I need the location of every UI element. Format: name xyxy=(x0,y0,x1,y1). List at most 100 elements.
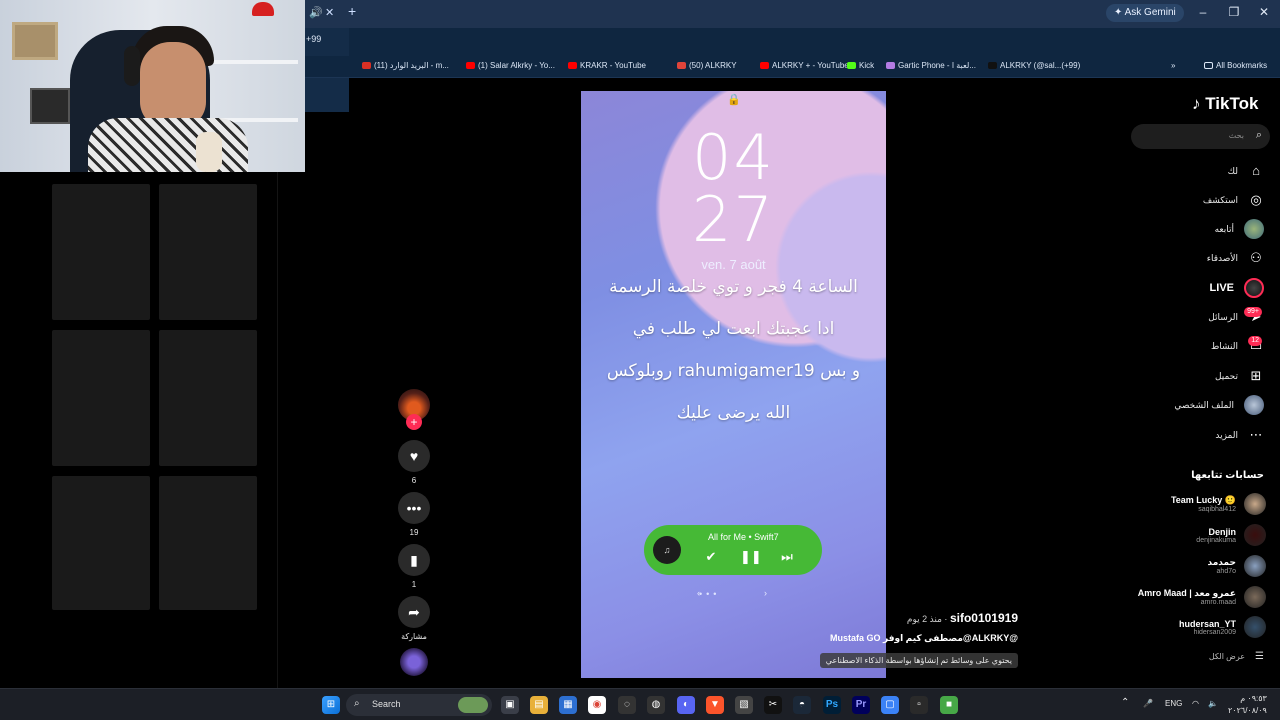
account-name: Denjin xyxy=(1208,526,1236,537)
all-bookmarks[interactable]: All Bookmarks xyxy=(1204,61,1267,70)
taskbar-search[interactable]: ⌕ Search xyxy=(346,694,492,716)
tab-close-icon[interactable]: ✕ xyxy=(325,6,334,19)
minimize-icon[interactable]: – xyxy=(1193,5,1213,19)
discord-icon[interactable]: ◐ xyxy=(677,696,695,714)
account-avatar xyxy=(1244,586,1266,608)
premiere-icon[interactable]: Pr xyxy=(852,696,870,714)
app-icon-3[interactable]: ▢ xyxy=(881,696,899,714)
save-count: 1 xyxy=(411,580,417,589)
mic-icon[interactable]: 🎤 xyxy=(1143,699,1153,708)
share-icon[interactable]: ➦ xyxy=(398,596,430,628)
nav-explore[interactable]: استكشف ◎ xyxy=(1203,191,1264,209)
volume-icon[interactable]: 🔈 xyxy=(1208,699,1218,708)
bookmark-label: (50) ALKRKY xyxy=(689,61,737,70)
bookmark-item[interactable]: Kick xyxy=(847,61,874,70)
steam-icon[interactable]: ◓ xyxy=(793,696,811,714)
comment-icon[interactable]: ••• xyxy=(398,492,430,524)
bookmark-item[interactable]: KRAKR - YouTube xyxy=(568,61,646,70)
search-icon[interactable]: ⌕ xyxy=(1256,129,1262,142)
next-icon: ⏭ xyxy=(781,549,793,564)
messages-badge: 99+ xyxy=(1244,307,1262,317)
bookmark-favicon-icon xyxy=(886,62,895,69)
see-all-link[interactable]: عرض الكل ☰ xyxy=(1209,651,1264,662)
task-view-icon[interactable]: ▣ xyxy=(501,696,519,714)
video-player[interactable]: 🔒 04 27 ven. 7 août الساعة 4 فجر و توي خ… xyxy=(581,91,886,678)
nav-label: استكشف xyxy=(1202,194,1238,205)
obs-icon[interactable]: ◍ xyxy=(647,696,665,714)
tiktok-logo[interactable]: ♪ TikTok xyxy=(1192,94,1258,114)
app-icon-2[interactable]: ▧ xyxy=(735,696,753,714)
capcut-icon[interactable]: ✂ xyxy=(764,696,782,714)
bookmark-favicon-icon xyxy=(677,62,686,69)
nav-label: أتابعه xyxy=(1214,223,1234,234)
app-icon[interactable]: ◌ xyxy=(618,696,636,714)
account-name: حمدمد xyxy=(1207,557,1237,567)
live-avatar xyxy=(1244,278,1264,298)
author-name[interactable]: sifo0101919 xyxy=(950,611,1018,625)
wifi-icon[interactable]: ◠ xyxy=(1192,699,1199,708)
taskbar-clock[interactable]: ٠٩:٥٣ م ٢٠٢٦/٠٨/٠٩ xyxy=(1228,693,1267,717)
follow-button[interactable]: + xyxy=(406,414,422,430)
restore-icon[interactable]: ❐ xyxy=(1224,5,1244,19)
account-username: saqibhal412 xyxy=(1198,506,1236,513)
app-icon-4[interactable]: ▫ xyxy=(910,696,928,714)
nav-live[interactable]: LIVE xyxy=(1210,278,1264,298)
nav-friends[interactable]: الأصدقاء ⚇ xyxy=(1207,249,1264,267)
bookmark-icon[interactable]: ▮ xyxy=(398,544,430,576)
nav-foryou[interactable]: لك ⌂ xyxy=(1228,162,1264,180)
photoshop-icon[interactable]: Ps xyxy=(823,696,841,714)
new-tab-button[interactable]: + xyxy=(348,3,356,19)
chrome-icon[interactable]: ◉ xyxy=(588,696,606,714)
nav-profile[interactable]: الملف الشخصي xyxy=(1174,395,1264,415)
nav-more[interactable]: المزيد ⋯ xyxy=(1215,426,1264,444)
bookmark-label: KRAKR - YouTube xyxy=(580,61,646,70)
following-account[interactable]: Denjin denjinakuma xyxy=(1196,522,1266,548)
bookmark-item[interactable]: ALKRKY (@sal...(+99) xyxy=(988,61,1080,70)
see-all-label: عرض الكل xyxy=(1208,652,1246,661)
speaker-icon[interactable]: 🔊 xyxy=(309,6,323,19)
following-account[interactable]: hudersan_YT hidersan2009 xyxy=(1179,614,1266,640)
start-icon[interactable]: ⊞ xyxy=(322,696,340,714)
tray-chevron-icon[interactable]: ⌃ xyxy=(1121,697,1129,708)
post-author[interactable]: sifo0101919 · منذ 2 يوم xyxy=(907,611,1018,625)
account-username: hidersan2009 xyxy=(1193,628,1236,636)
following-account[interactable]: Amro Maad | عمرو معد amro.maad xyxy=(1138,584,1266,610)
bookmark-item[interactable]: ALKRKY + - YouTube xyxy=(760,61,849,70)
comment-action[interactable]: ••• 19 xyxy=(398,492,430,537)
lockscreen-minute: 27 xyxy=(692,183,775,256)
bookmark-item[interactable]: البريد الوارد (11) - m... xyxy=(362,61,449,70)
file-explorer-icon[interactable]: ▤ xyxy=(530,696,548,714)
bookmark-item[interactable]: (50) ALKRKY xyxy=(677,61,737,70)
following-account[interactable]: Team Lucky 🙂 saqibhal412 xyxy=(1171,491,1266,517)
ask-gemini-button[interactable]: ✦ Ask Gemini xyxy=(1106,4,1184,22)
comment-count: 19 xyxy=(409,528,419,537)
share-action[interactable]: ➦ مشاركة xyxy=(398,596,430,641)
profile-avatar xyxy=(1244,395,1264,415)
store-icon[interactable]: ▦ xyxy=(559,696,577,714)
like-action[interactable]: ♥ 6 xyxy=(398,440,430,485)
search-highlight-image xyxy=(458,697,488,713)
close-window-icon[interactable]: ✕ xyxy=(1254,5,1274,19)
language-indicator[interactable]: ENG xyxy=(1165,699,1182,708)
sound-disc[interactable] xyxy=(400,648,428,676)
following-account[interactable]: حمدمد ahd7o xyxy=(1207,553,1266,579)
like-count: 6 xyxy=(411,476,417,485)
bookmarks-overflow-icon[interactable]: » xyxy=(1171,61,1175,70)
bookmark-item[interactable]: (1) Salar Alkrky - Yo... xyxy=(466,61,555,70)
check-icon: ✔ xyxy=(705,549,717,564)
heart-icon[interactable]: ♥ xyxy=(398,440,430,472)
account-name: Team Lucky 🙂 xyxy=(1170,495,1236,505)
search-icon: ⌕ xyxy=(354,698,360,709)
album-art: ♫ xyxy=(653,536,681,564)
minecraft-icon[interactable]: ■ xyxy=(940,696,958,714)
search-input[interactable]: بحث ⌕ xyxy=(1131,124,1270,149)
save-action[interactable]: ▮ 1 xyxy=(398,544,430,589)
nav-following[interactable]: أتابعه xyxy=(1214,219,1264,239)
music-title: All for Me • Swift7 xyxy=(708,532,779,542)
nav-label: الأصدقاء xyxy=(1206,252,1238,263)
plus-square-icon: ⊞ xyxy=(1250,368,1262,383)
brave-icon[interactable]: ▼ xyxy=(706,696,724,714)
nav-upload[interactable]: تحميل ⊞ xyxy=(1215,367,1264,385)
bookmark-item[interactable]: Gartic Phone - لعبة ا... xyxy=(886,61,976,70)
nav-label: النشاط xyxy=(1210,340,1238,351)
